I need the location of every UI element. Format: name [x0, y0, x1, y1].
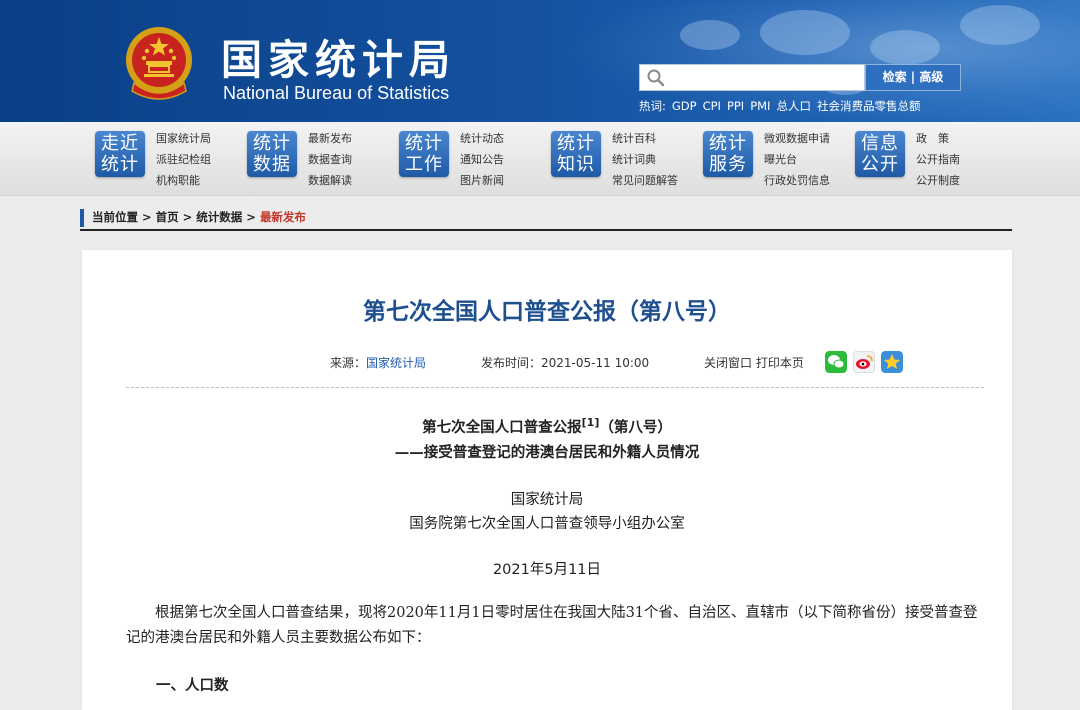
print-page-button[interactable]: 打印本页: [756, 356, 804, 370]
breadcrumb-marker: [80, 208, 84, 227]
nav-link[interactable]: 统计百科: [612, 128, 678, 149]
nav-link[interactable]: 派驻纪检组: [156, 149, 211, 170]
nav-link[interactable]: 机构职能: [156, 170, 211, 191]
breadcrumb-divider: [80, 229, 1012, 231]
article-card: 第七次全国人口普查公报（第八号） 来源：国家统计局 发布时间：2021-05-1…: [82, 250, 1012, 710]
nav-link[interactable]: 最新发布: [308, 128, 352, 149]
hot-word-link[interactable]: 社会消费品零售总额: [817, 99, 921, 113]
issuer-1: 国家统计局: [510, 492, 584, 508]
wechat-share-icon[interactable]: [825, 351, 847, 373]
hot-words-label: 热词:: [639, 99, 666, 113]
nav-link[interactable]: 数据查询: [308, 149, 352, 170]
nav-badge-disclosure[interactable]: 信息 公开: [855, 131, 905, 177]
site-header: 国家统计局 National Bureau of Statistics 检索 |…: [0, 0, 1080, 122]
doc-subtitle-2: ——接受普查登记的港澳台居民和外籍人员情况: [394, 445, 700, 461]
nav-link[interactable]: 公开制度: [916, 170, 960, 191]
nav-link[interactable]: 数据解读: [308, 170, 352, 191]
weibo-share-icon[interactable]: [853, 351, 875, 373]
breadcrumb-path[interactable]: 当前位置 > 首页 > 统计数据 >: [92, 210, 260, 224]
doc-subtitle-1: 第七次全国人口普查公报[1]（第八号）: [422, 416, 672, 436]
footnote-link[interactable]: [1]: [582, 416, 600, 429]
intro-paragraph: 根据第七次全国人口普查结果，现将2020年11月1日零时居住在我国大陆31个省、…: [126, 605, 978, 646]
site-title-en[interactable]: National Bureau of Statistics: [223, 83, 449, 104]
nav-link[interactable]: 公开指南: [916, 149, 960, 170]
search-icon: [647, 69, 665, 87]
article-time: 发布时间：2021-05-11 10:00: [481, 354, 649, 371]
main-nav: 走近 统计 国家统计局 派驻纪检组 机构职能 统计 数据 最新发布 数据查询 数据解…: [0, 122, 1080, 196]
nav-badge-service[interactable]: 统计 服务: [703, 131, 753, 177]
hot-word-link[interactable]: PMI: [750, 99, 770, 113]
close-window-button[interactable]: 关闭窗口: [704, 356, 752, 370]
nav-link[interactable]: 微观数据申请: [764, 128, 830, 149]
nav-link[interactable]: 常见问题解答: [612, 170, 678, 191]
nav-badge-data[interactable]: 统计 数据: [247, 131, 297, 177]
article-tools: 关闭窗口 打印本页: [704, 354, 804, 371]
nav-badge-knowledge[interactable]: 统计 知识: [551, 131, 601, 177]
hot-word-link[interactable]: CPI: [703, 99, 721, 113]
search-input[interactable]: [639, 64, 865, 91]
breadcrumb: 当前位置 > 首页 > 统计数据 > 最新发布: [80, 207, 306, 227]
article-source: 来源：国家统计局: [330, 354, 426, 371]
section-heading: 一、人口数: [156, 678, 229, 694]
breadcrumb-current[interactable]: 最新发布: [260, 210, 306, 224]
nav-link[interactable]: 国家统计局: [156, 128, 211, 149]
hot-word-link[interactable]: GDP: [672, 99, 697, 113]
source-link[interactable]: 国家统计局: [366, 356, 426, 370]
nav-link[interactable]: 图片新闻: [460, 170, 504, 191]
nav-link[interactable]: 政 策: [916, 128, 960, 149]
national-emblem-icon[interactable]: [124, 25, 194, 101]
nav-link[interactable]: 通知公告: [460, 149, 504, 170]
source-label: 来源：: [330, 356, 367, 370]
meta-divider: [126, 387, 984, 388]
search-button[interactable]: 检索 | 高级: [865, 64, 961, 91]
hot-word-link[interactable]: 总人口: [776, 99, 811, 113]
qzone-share-icon[interactable]: [881, 351, 903, 373]
time-label: 发布时间：: [481, 356, 542, 370]
publish-date: 2021年5月11日: [492, 562, 602, 578]
nav-badge-work[interactable]: 统计 工作: [399, 131, 449, 177]
site-title-cn[interactable]: 国家统计局: [221, 26, 456, 86]
hot-words: 热词: GDP CPI PPI PMI 总人口 社会消费品零售总额: [639, 98, 926, 114]
nav-link[interactable]: 行政处罚信息: [764, 170, 830, 191]
nav-badge-about[interactable]: 走近 统计: [95, 131, 145, 177]
nav-link[interactable]: 曝光台: [764, 149, 830, 170]
nav-link[interactable]: 统计词典: [612, 149, 678, 170]
issuer-2: 国务院第七次全国人口普查领导小组办公室: [409, 516, 685, 532]
time-value: 2021-05-11 10:00: [541, 356, 650, 370]
hot-word-link[interactable]: PPI: [727, 99, 744, 113]
article-title: 第七次全国人口普查公报（第八号）: [363, 299, 731, 325]
nav-link[interactable]: 统计动态: [460, 128, 504, 149]
